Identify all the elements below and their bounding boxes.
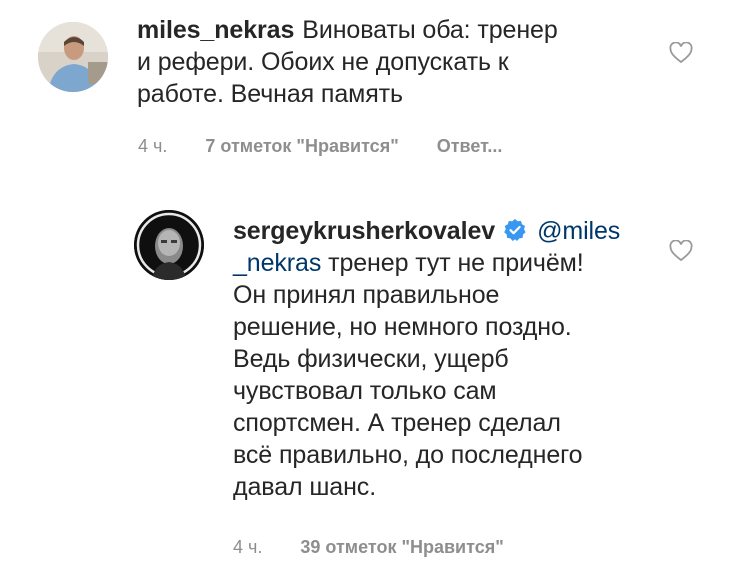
comment-2: sergeykrusherkovalev @miles _nekras трен… bbox=[0, 170, 730, 571]
comment-line: давал шанс. bbox=[233, 473, 377, 501]
comment-line: _nekras тренер тут не причём! bbox=[233, 247, 663, 279]
comment-text: тренер тут не причём! bbox=[321, 249, 584, 277]
comment-meta: 4 ч. 7 отметок "Нравится" Ответ... bbox=[138, 136, 540, 157]
likes-count[interactable]: 39 отметок "Нравится" bbox=[300, 537, 503, 558]
comment-line: и рефери. Обоих не допускать к bbox=[137, 48, 509, 76]
mention-link[interactable]: _nekras bbox=[233, 249, 321, 277]
comment-line: Ведь физически, ущерб bbox=[233, 345, 509, 373]
comment-1: miles_nekras Виноваты оба: тренер и рефер… bbox=[0, 0, 730, 170]
comment-line: спортсмен. А тренер сделал bbox=[233, 409, 561, 437]
comment-meta: 4 ч. 39 отметок "Нравится" bbox=[233, 537, 542, 558]
heart-outline-icon[interactable] bbox=[669, 240, 693, 262]
heart-outline-icon[interactable] bbox=[669, 42, 693, 64]
timestamp: 4 ч. bbox=[233, 537, 263, 557]
avatar[interactable] bbox=[134, 210, 204, 280]
comment-body: sergeykrusherkovalev @miles _nekras трен… bbox=[233, 215, 663, 503]
comment-line: всё правильно, до последнего bbox=[233, 441, 583, 469]
avatar-photo bbox=[38, 22, 108, 92]
likes-count[interactable]: 7 отметок "Нравится" bbox=[205, 136, 398, 157]
comment-line: Он принял правильное bbox=[233, 281, 500, 309]
avatar-photo bbox=[134, 210, 204, 280]
timestamp: 4 ч. bbox=[138, 136, 168, 156]
mention-link[interactable]: @miles bbox=[537, 217, 620, 245]
comment-body: miles_nekras Виноваты оба: тренер и рефер… bbox=[137, 14, 657, 110]
comment-line: miles_nekras Виноваты оба: тренер bbox=[137, 14, 657, 46]
comment-line: работе. Вечная память bbox=[137, 80, 403, 108]
comment-text: Виноваты оба: тренер bbox=[302, 16, 558, 44]
comment-line: решение, но немного поздно. bbox=[233, 313, 572, 341]
verified-badge-icon bbox=[504, 219, 526, 241]
reply-button[interactable]: Ответ... bbox=[437, 136, 503, 157]
avatar[interactable] bbox=[38, 22, 108, 92]
comment-line: sergeykrusherkovalev @miles bbox=[233, 215, 663, 247]
username[interactable]: sergeykrusherkovalev bbox=[233, 217, 495, 245]
comment-line: чувствовал только сам bbox=[233, 377, 497, 405]
username[interactable]: miles_nekras bbox=[137, 16, 294, 44]
